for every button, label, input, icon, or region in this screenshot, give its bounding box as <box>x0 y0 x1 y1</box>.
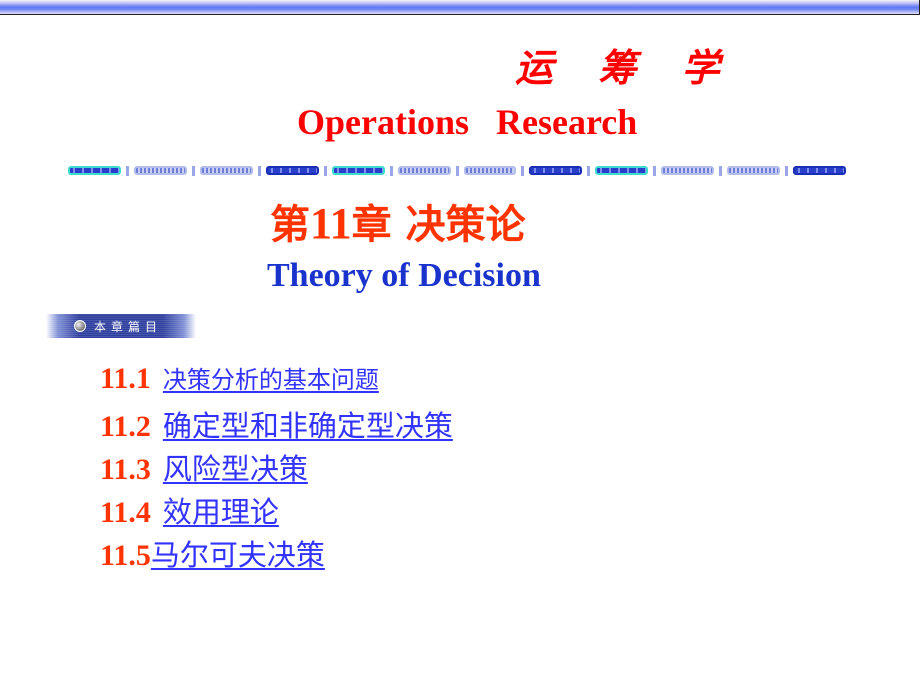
divider-separator <box>719 165 723 176</box>
toc-section-number: 11.2 <box>100 410 151 443</box>
toc-section-number: 11.4 <box>100 496 151 529</box>
divider-separator <box>191 165 195 176</box>
divider-segment <box>595 166 649 175</box>
divider-segment <box>331 166 385 175</box>
toc-section-number: 11.1 <box>100 362 151 395</box>
table-of-contents: 11.1 决策分析的基本问题 11.2 确定型和非确定型决策 11.3 风险型决策 1… <box>100 360 453 575</box>
divider-separator <box>587 165 591 176</box>
divider-segment <box>199 166 253 175</box>
chapter-contents-badge: 本章篇目 <box>46 314 196 338</box>
toc-item: 11.1 决策分析的基本问题 <box>100 360 453 403</box>
chapter-title: 第11章 决策论 <box>270 196 526 253</box>
divider-segment <box>265 166 319 175</box>
toc-item: 11.2 确定型和非确定型决策 <box>100 403 453 446</box>
divider-segment <box>68 166 121 175</box>
toc-link-decision-analysis-basics[interactable]: 决策分析的基本问题 <box>163 360 379 395</box>
toc-link-risk-decisions[interactable]: 风险型决策 <box>163 446 308 488</box>
decorative-divider <box>68 165 847 176</box>
toc-link-markov-decisions[interactable]: 马尔可夫决策 <box>151 532 325 574</box>
divider-separator <box>521 165 525 176</box>
divider-segment <box>529 166 583 175</box>
toc-link-deterministic-decisions[interactable]: 确定型和非确定型决策 <box>163 403 453 445</box>
chapter-subtitle: Theory of Decision <box>267 257 541 294</box>
course-title-english: Operations Research <box>297 102 638 142</box>
divider-separator <box>455 165 459 176</box>
divider-segment <box>397 166 451 175</box>
course-title-chinese: 运 筹 学 <box>515 45 736 90</box>
toc-link-utility-theory[interactable]: 效用理论 <box>163 489 279 531</box>
divider-segment <box>661 166 715 175</box>
toc-item: 11.3 风险型决策 <box>100 446 453 489</box>
divider-separator <box>785 165 789 176</box>
badge-label: 本章篇目 <box>94 319 163 334</box>
bullet-orb-icon <box>74 320 86 332</box>
divider-separator <box>125 165 129 176</box>
chapter-name: 章 决策论 <box>351 201 526 248</box>
divider-segment <box>463 166 517 175</box>
toc-item: 11.5 马尔可夫决策 <box>100 532 453 575</box>
divider-separator <box>257 165 261 176</box>
chapter-number: 11 <box>310 199 352 248</box>
divider-separator <box>323 165 327 176</box>
divider-segment <box>793 166 847 175</box>
chapter-prefix: 第 <box>270 201 310 248</box>
top-gradient-bar <box>0 0 920 15</box>
divider-segment <box>727 166 781 175</box>
toc-section-number: 11.3 <box>100 453 151 486</box>
divider-separator <box>653 165 657 176</box>
divider-segment <box>133 166 187 175</box>
toc-item: 11.4 效用理论 <box>100 489 453 532</box>
toc-section-number: 11.5 <box>100 539 151 572</box>
divider-separator <box>389 165 393 176</box>
